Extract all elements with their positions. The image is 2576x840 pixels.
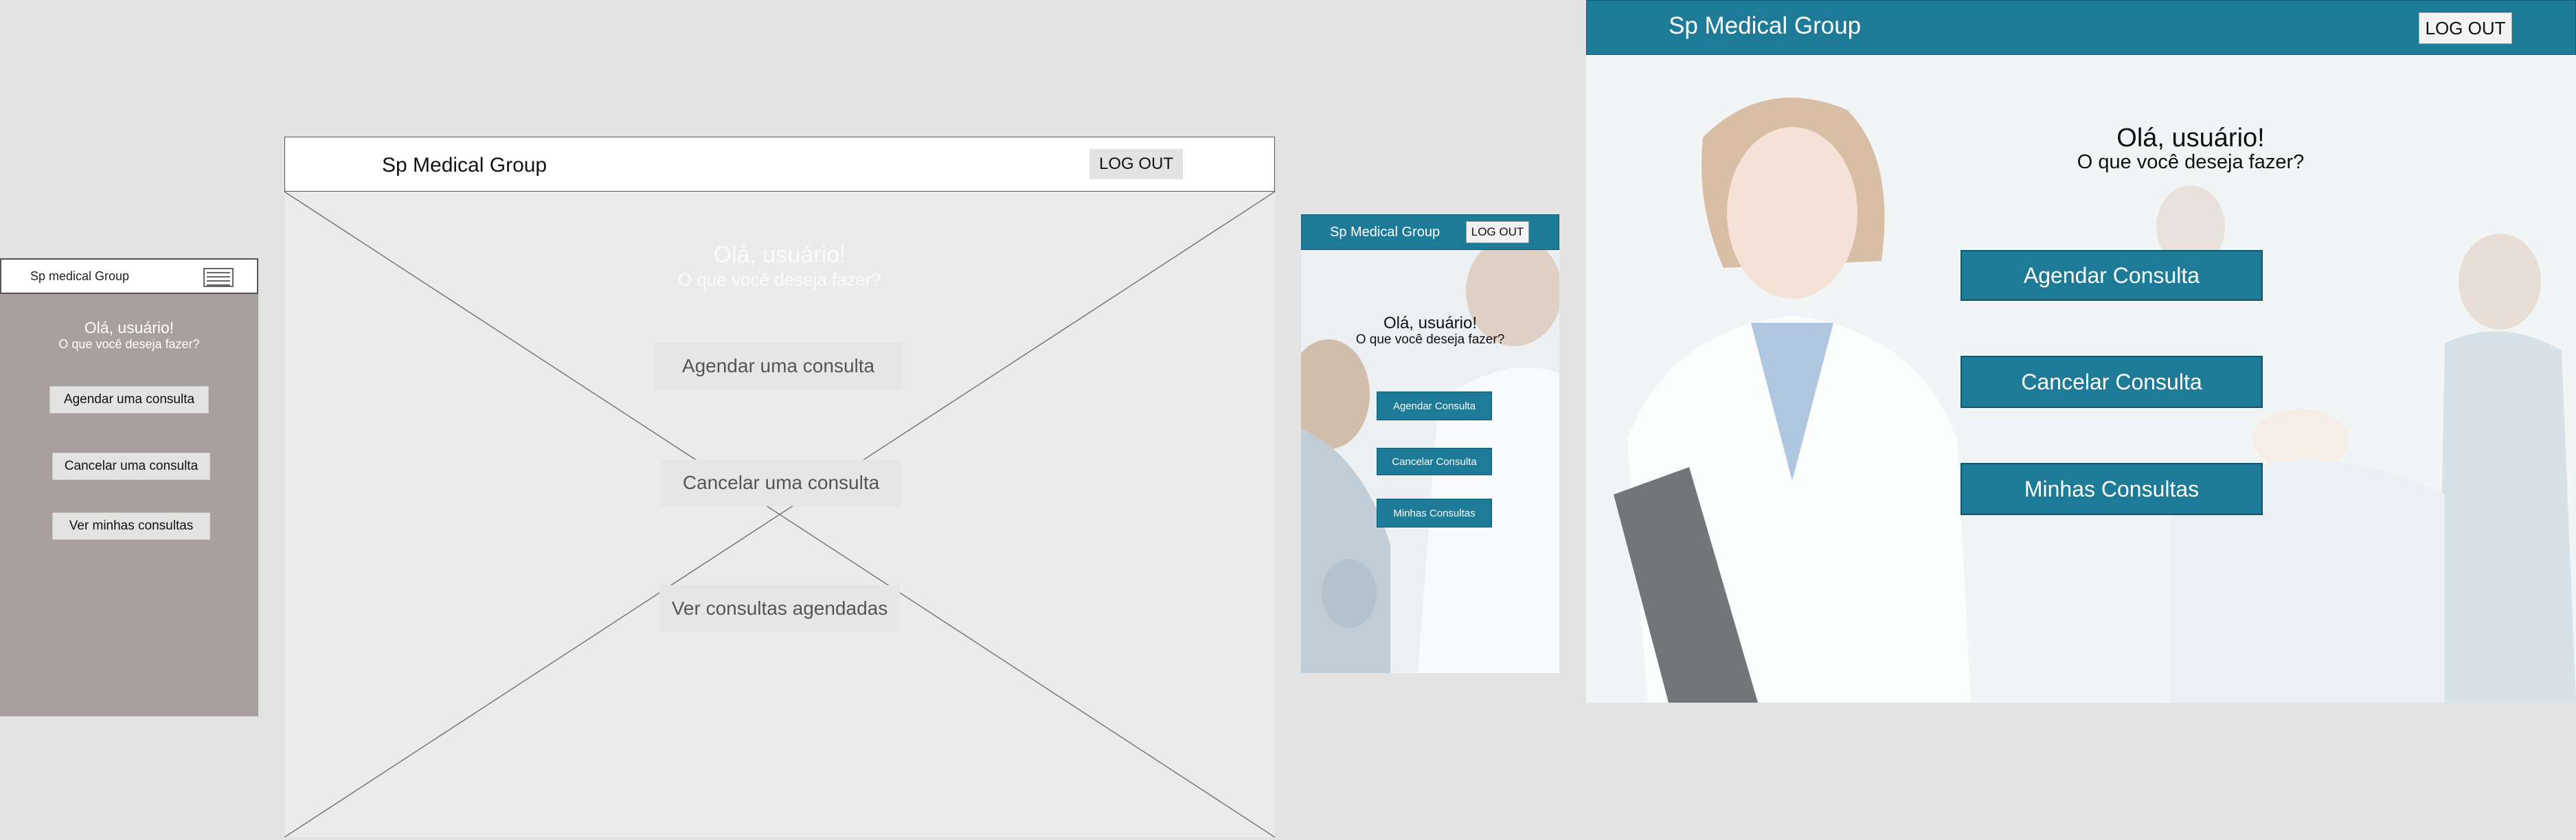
greeting-subtitle: O que você deseja fazer? <box>2077 151 2305 173</box>
cancel-appointment-button[interactable]: Cancelar uma consulta <box>661 459 901 506</box>
my-appointments-button[interactable]: Minhas Consultas <box>1377 499 1492 527</box>
mobile-mockup-frame: Sp Medical Group LOG OUT Olá, usuário! O… <box>1301 214 1559 673</box>
greeting-subtitle: O que você deseja fazer? <box>677 269 882 290</box>
cancel-appointment-button[interactable]: Cancelar uma consulta <box>52 453 210 480</box>
greeting-subtitle: O que você deseja fazer? <box>1355 332 1505 347</box>
hamburger-menu-icon[interactable] <box>203 268 234 287</box>
greeting-subtitle: O que você deseja fazer? <box>58 337 200 351</box>
logout-button[interactable]: LOG OUT <box>1466 221 1529 243</box>
app-title: Sp medical Group <box>30 269 130 283</box>
desktop-wireframe-frame: Sp Medical Group LOG OUT Olá, usuário! O… <box>284 137 1275 837</box>
desktop-mockup-frame: Sp Medical Group LOG OUT Olá, usuário! O… <box>1586 0 2576 703</box>
app-title: Sp Medical Group <box>1669 12 1862 39</box>
schedule-appointment-button[interactable]: Agendar Consulta <box>1377 391 1492 420</box>
app-title: Sp Medical Group <box>382 154 547 177</box>
schedule-appointment-button[interactable]: Agendar Consulta <box>1961 250 2263 301</box>
logout-button[interactable]: LOG OUT <box>1089 149 1183 179</box>
my-appointments-button[interactable]: Minhas Consultas <box>1961 463 2263 515</box>
greeting: Olá, usuário! <box>2116 124 2265 152</box>
logout-button[interactable]: LOG OUT <box>2419 12 2512 44</box>
greeting: Olá, usuário! <box>84 319 174 337</box>
view-appointments-button[interactable]: Ver consultas agendadas <box>659 585 900 632</box>
schedule-appointment-button[interactable]: Agendar uma consulta <box>49 386 209 413</box>
schedule-appointment-button[interactable]: Agendar uma consulta <box>654 343 903 389</box>
cancel-appointment-button[interactable]: Cancelar Consulta <box>1961 356 2263 408</box>
app-title: Sp Medical Group <box>1330 225 1440 240</box>
mobile-wireframe-frame: Sp medical Group Olá, usuário! O que voc… <box>0 258 258 716</box>
greeting: Olá, usuário! <box>1383 314 1478 332</box>
cancel-appointment-button[interactable]: Cancelar Consulta <box>1377 448 1492 475</box>
view-appointments-button[interactable]: Ver minhas consultas <box>52 512 210 540</box>
greeting: Olá, usuário! <box>713 242 846 268</box>
